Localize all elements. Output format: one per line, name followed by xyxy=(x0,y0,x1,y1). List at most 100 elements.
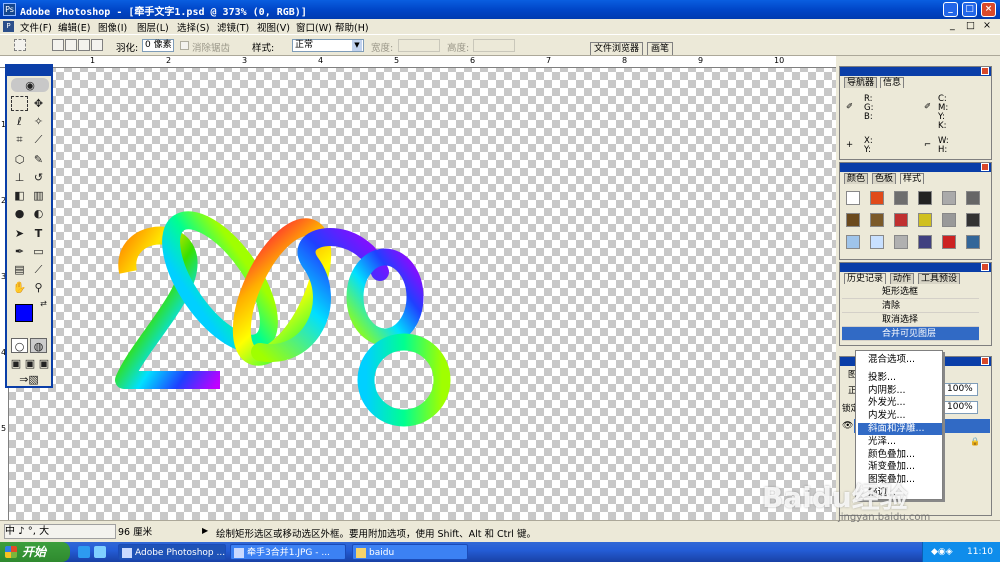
screen-mode-menu-icon[interactable]: ▣ xyxy=(24,356,36,371)
style-swatch[interactable] xyxy=(942,235,956,249)
antialias-checkbox[interactable] xyxy=(180,41,189,50)
task-photoshop[interactable]: Adobe Photoshop ... xyxy=(118,544,226,560)
shape-tool-icon[interactable]: ▭ xyxy=(30,244,47,259)
tab-info[interactable]: 信息 xyxy=(880,77,905,88)
close-icon[interactable] xyxy=(981,263,989,271)
close-icon[interactable] xyxy=(981,357,989,365)
style-swatch[interactable] xyxy=(846,235,860,249)
foreground-color-swatch[interactable] xyxy=(15,304,33,322)
screen-mode-full-icon[interactable]: ▣ xyxy=(38,356,50,371)
menu-view[interactable]: 视图(V) xyxy=(257,20,290,34)
menu-layer[interactable]: 图层(L) xyxy=(137,20,169,34)
clone-stamp-icon[interactable]: ⊥ xyxy=(11,170,28,185)
feather-input[interactable]: 0 像素 xyxy=(142,39,174,52)
toolbox-header[interactable] xyxy=(7,66,51,76)
brush-tool-icon[interactable]: ✎ xyxy=(30,152,47,167)
chevron-down-icon[interactable]: ▼ xyxy=(352,40,362,51)
panel-header[interactable] xyxy=(840,263,991,272)
style-swatch[interactable] xyxy=(846,213,860,227)
context-menu-item[interactable]: 外发光... xyxy=(868,397,906,409)
panel-header[interactable] xyxy=(840,67,991,76)
style-swatch[interactable] xyxy=(846,191,860,205)
style-select[interactable]: 正常 ▼ xyxy=(292,39,364,52)
document-icon[interactable]: P xyxy=(3,21,14,32)
tab-color[interactable]: 颜色 xyxy=(844,173,869,184)
pen-tool-icon[interactable]: ✒ xyxy=(11,244,28,259)
tray-icons[interactable]: ◆◉◈ xyxy=(931,542,953,562)
tab-navigator[interactable]: 导航器 xyxy=(844,77,878,88)
style-swatch[interactable] xyxy=(918,213,932,227)
panel-header[interactable] xyxy=(840,163,991,172)
doc-close-button[interactable]: × xyxy=(983,20,991,31)
width-input[interactable] xyxy=(398,39,440,52)
tab-brushes[interactable]: 画笔 xyxy=(647,42,674,55)
standard-mode-icon[interactable]: ○ xyxy=(11,338,28,353)
magic-wand-icon[interactable]: ✧ xyxy=(30,114,47,129)
path-select-icon[interactable]: ➤ xyxy=(11,226,28,241)
style-swatch[interactable] xyxy=(870,235,884,249)
menu-select[interactable]: 选择(S) xyxy=(177,20,209,34)
gradient-tool-icon[interactable]: ▥ xyxy=(30,188,47,203)
close-icon[interactable] xyxy=(981,67,989,75)
fill-input[interactable]: 100% xyxy=(944,401,978,414)
menu-file[interactable]: 文件(F) xyxy=(20,20,52,34)
style-swatch[interactable] xyxy=(966,235,980,249)
menu-filter[interactable]: 滤镜(T) xyxy=(217,20,249,34)
style-swatch[interactable] xyxy=(870,191,884,205)
context-menu-item[interactable]: 渐变叠加... xyxy=(868,461,915,473)
swap-colors-icon[interactable]: ⇄ xyxy=(35,296,52,311)
style-swatch[interactable] xyxy=(894,191,908,205)
close-button[interactable]: × xyxy=(981,2,996,17)
context-menu-item[interactable]: 内阴影... xyxy=(868,385,906,397)
context-menu-item[interactable]: 内发光... xyxy=(868,410,906,422)
style-swatch[interactable] xyxy=(966,213,980,227)
ie-icon[interactable] xyxy=(78,546,90,558)
intersect-selection-button[interactable] xyxy=(91,39,103,51)
history-item[interactable]: 清除 xyxy=(842,299,979,313)
context-menu-item[interactable]: 混合选项... xyxy=(868,354,915,366)
history-item-selected[interactable]: 合并可见图层 xyxy=(842,327,979,341)
healing-brush-icon[interactable]: ⬡ xyxy=(11,152,28,167)
doc-restore-button[interactable]: □ xyxy=(966,20,975,31)
minimize-button[interactable]: _ xyxy=(943,2,958,17)
notes-tool-icon[interactable]: ▤ xyxy=(11,262,28,277)
tab-actions[interactable]: 动作 xyxy=(890,273,915,284)
style-swatch[interactable] xyxy=(870,213,884,227)
dodge-tool-icon[interactable]: ◐ xyxy=(30,206,47,221)
tab-history[interactable]: 历史记录 xyxy=(844,273,887,284)
start-button[interactable]: 开始 xyxy=(0,542,70,562)
add-selection-button[interactable] xyxy=(65,39,77,51)
context-menu-item[interactable]: 斜面和浮雕... xyxy=(858,423,942,435)
type-tool-icon[interactable]: T xyxy=(30,226,47,241)
history-brush-icon[interactable]: ↺ xyxy=(30,170,47,185)
context-menu-item[interactable]: 颜色叠加... xyxy=(868,449,915,461)
height-input[interactable] xyxy=(473,39,515,52)
crop-tool-icon[interactable]: ⌗ xyxy=(11,132,28,147)
new-selection-button[interactable] xyxy=(52,39,64,51)
eraser-tool-icon[interactable]: ◧ xyxy=(11,188,28,203)
close-icon[interactable] xyxy=(981,163,989,171)
tab-file-browser[interactable]: 文件浏览器 xyxy=(590,42,644,55)
hand-tool-icon[interactable]: ✋ xyxy=(11,280,28,295)
context-menu-item[interactable]: 投影... xyxy=(868,372,896,384)
ime-toolbar[interactable]: 中 ♪ °, 大 xyxy=(4,524,116,539)
jump-to-imageready-icon[interactable]: ⇒▧ xyxy=(11,372,47,387)
marquee-tool-preset[interactable] xyxy=(14,39,26,51)
visibility-eye-icon[interactable]: 👁 xyxy=(842,421,853,431)
menu-edit[interactable]: 编辑(E) xyxy=(58,20,90,34)
document-canvas[interactable]: 1 2 3 4 5 6 7 8 9 10 11 12 1 2 3 4 5 xyxy=(0,56,836,520)
zoom-tool-icon[interactable]: ⚲ xyxy=(30,280,47,295)
blur-tool-icon[interactable]: ● xyxy=(11,206,28,221)
quickmask-mode-icon[interactable]: ◍ xyxy=(30,338,47,353)
slice-tool-icon[interactable]: ⟋ xyxy=(30,132,47,147)
opacity-input[interactable]: 100% xyxy=(944,383,978,396)
menu-image[interactable]: 图像(I) xyxy=(98,20,127,34)
subtract-selection-button[interactable] xyxy=(78,39,90,51)
doc-minimize-button[interactable]: _ xyxy=(950,20,955,31)
style-swatch[interactable] xyxy=(894,235,908,249)
tab-styles[interactable]: 样式 xyxy=(900,173,925,184)
desktop-icon[interactable] xyxy=(94,546,106,558)
menu-help[interactable]: 帮助(H) xyxy=(335,20,369,34)
tab-swatches[interactable]: 色板 xyxy=(872,173,897,184)
history-item[interactable]: 矩形选框 xyxy=(842,285,979,299)
